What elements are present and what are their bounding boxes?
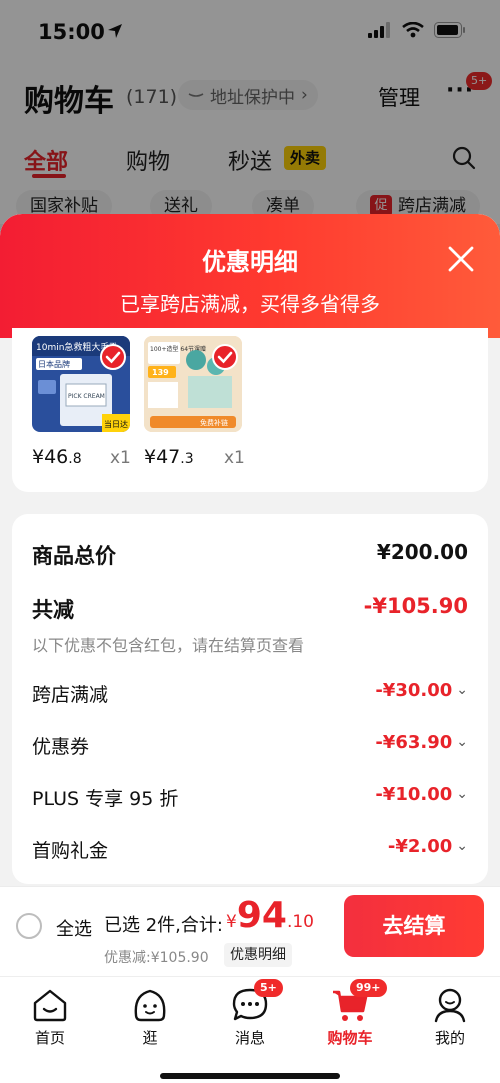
home-indicator: [160, 1073, 340, 1079]
chevron-down-icon: ⌄: [456, 682, 468, 698]
product-price: ¥46.8: [32, 446, 82, 468]
discount-item-label: 跨店满减: [32, 684, 109, 706]
product-card: 10min急救粗大毛孔 日本品牌 PICK CREAM 当日达 ¥46.8 x1…: [12, 328, 488, 492]
total-value: ¥200.00: [376, 540, 468, 564]
product-corner-text: 当日达: [104, 419, 128, 429]
chevron-down-icon: ⌄: [456, 838, 468, 854]
checkout-button[interactable]: 去结算: [344, 895, 484, 957]
total-row: 商品总价 ¥200.00: [32, 540, 468, 570]
discount-item-value: -¥10.00 ⌄: [375, 784, 468, 805]
tabbar-label: 购物车: [327, 1029, 373, 1047]
discount-item-amount: -¥63.90: [375, 732, 453, 753]
product-price-int: ¥46: [32, 446, 69, 468]
product-qty: x1: [224, 448, 245, 468]
profile-icon: [430, 985, 470, 1025]
discount-item-value: -¥30.00 ⌄: [375, 680, 468, 701]
discount-item-label: 首购礼金: [32, 840, 109, 862]
product-price-int: ¥47: [144, 446, 181, 468]
reduce-row: 共减 -¥105.90: [32, 594, 468, 624]
discount-item-row[interactable]: 首购礼金 -¥2.00 ⌄: [32, 836, 468, 864]
discount-detail-link[interactable]: 优惠明细: [224, 943, 292, 967]
discount-item-label: PLUS 专享 95 折: [32, 788, 179, 810]
tabbar-label: 逛: [142, 1029, 158, 1047]
close-icon[interactable]: [446, 244, 476, 274]
checked-icon: [212, 344, 238, 370]
discount-summary: 优惠减:¥105.90: [104, 950, 209, 966]
chevron-down-icon: ⌄: [456, 734, 468, 750]
sheet-subtitle: 已享跨店满减，买得多省得多: [120, 292, 380, 316]
discount-item-value: -¥2.00 ⌄: [388, 836, 468, 857]
tabbar-label: 消息: [234, 1029, 265, 1047]
selected-summary: 已选 2件,合计:: [104, 915, 223, 936]
sheet-header: 优惠明细 已享跨店满减，买得多省得多: [0, 214, 500, 338]
cart-badge: 99+: [350, 979, 387, 997]
screen: 15:00 购物车 (171) 地址保护中 › 管理 ··· 5+ 全部 购物 …: [0, 0, 500, 1083]
tabbar-label: 我的: [434, 1029, 465, 1047]
discount-item-amount: -¥2.00: [387, 836, 453, 857]
discount-note: 以下优惠不包含红包，请在结算页查看: [32, 636, 305, 655]
discount-item-row[interactable]: 跨店满减 -¥30.00 ⌄: [32, 680, 468, 708]
product-bottom-text: 免费补链: [200, 418, 228, 427]
product-image: 10min急救粗大毛孔 日本品牌 PICK CREAM 当日达: [32, 336, 130, 432]
select-all-label[interactable]: 全选: [56, 915, 92, 941]
settlement-bar: 全选 已选 2件,合计: ¥94.10 优惠减:¥105.90 优惠明细 去结算: [0, 886, 500, 976]
total-label: 商品总价: [32, 544, 116, 568]
discount-item-row[interactable]: 优惠券 -¥63.90 ⌄: [32, 732, 468, 760]
checked-icon: [100, 344, 126, 370]
select-all-radio[interactable]: [16, 913, 42, 939]
product-qty: x1: [110, 448, 131, 468]
product-image: 100+造型 64节课赠 139 免费补链: [144, 336, 242, 432]
product-price: ¥47.3: [144, 446, 194, 468]
product-price-tag: 139: [152, 368, 169, 377]
total-price: ¥94.10: [226, 895, 314, 936]
bottom-tab-bar: 首页 逛 5+ 消息 99+ 购物车 我的: [0, 976, 500, 1083]
tabbar-label: 首页: [34, 1029, 65, 1047]
total-currency: ¥: [226, 912, 237, 932]
product-price-dec: .3: [180, 451, 194, 467]
reduce-label: 共减: [32, 598, 74, 622]
discount-item-row[interactable]: PLUS 专享 95 折 -¥10.00 ⌄: [32, 784, 468, 812]
product-brand-text: 日本品牌: [38, 359, 70, 369]
discount-detail-card: 商品总价 ¥200.00 共减 -¥105.90 以下优惠不包含红包，请在结算页…: [12, 514, 488, 884]
note-row: 以下优惠不包含红包，请在结算页查看: [32, 632, 468, 655]
home-icon: [30, 985, 70, 1025]
messages-badge: 5+: [254, 979, 283, 997]
chevron-down-icon: ⌄: [456, 786, 468, 802]
total-decimal: .10: [286, 912, 314, 932]
product-price-dec: .8: [68, 451, 82, 467]
discount-item-label: 优惠券: [32, 736, 90, 758]
sheet-title: 优惠明细: [202, 248, 298, 276]
discount-item-amount: -¥30.00: [375, 680, 453, 701]
face-icon: [130, 985, 170, 1025]
discount-detail-sheet: 优惠明细 已享跨店满减，买得多省得多 10min急救粗大毛孔 日本品牌 PICK…: [0, 214, 500, 1083]
discount-item-value: -¥63.90 ⌄: [375, 732, 468, 753]
total-integer: 94: [236, 895, 287, 936]
product-box-text: PICK CREAM: [68, 393, 105, 400]
reduce-value: -¥105.90: [363, 594, 468, 618]
discount-item-amount: -¥10.00: [375, 784, 453, 805]
